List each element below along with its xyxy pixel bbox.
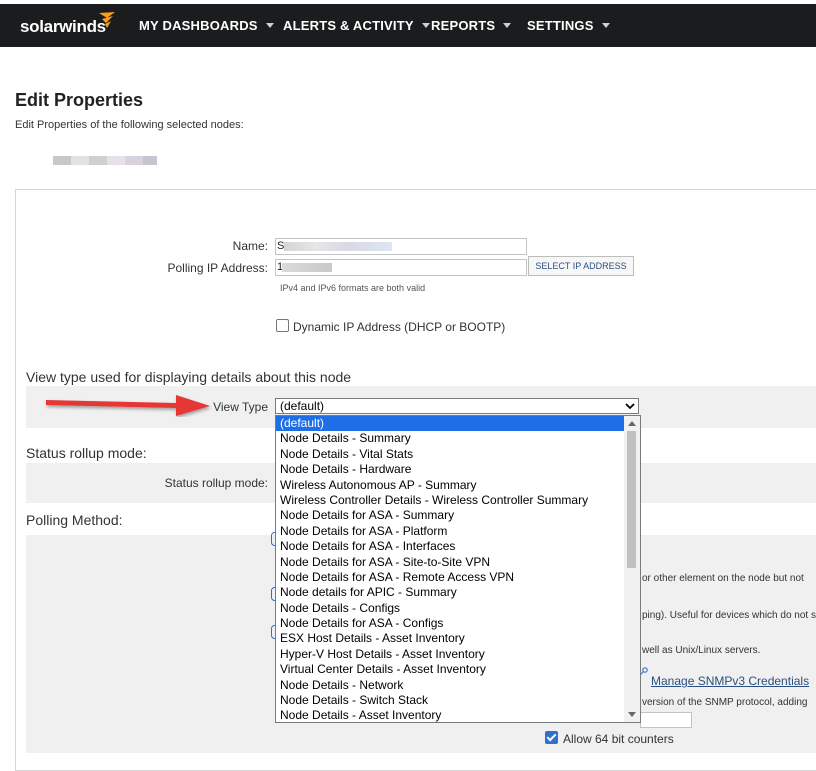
- select-ip-address-button[interactable]: SELECT IP ADDRESS: [528, 256, 634, 276]
- status-rollup-section-title: Status rollup mode:: [26, 445, 147, 461]
- dropdown-option[interactable]: Node Details for ASA - Configs: [276, 616, 624, 631]
- polling-option-description: or other element on the node but not: [642, 573, 804, 584]
- nav-label: MY DASHBOARDS: [139, 18, 258, 33]
- allow-64bit-checkbox[interactable]: [545, 731, 558, 744]
- dropdown-option[interactable]: (default): [276, 416, 624, 432]
- chevron-down-icon: [625, 403, 635, 410]
- snmp-port-input[interactable]: [640, 712, 692, 728]
- dropdown-option[interactable]: Node Details - Switch Stack: [276, 693, 624, 708]
- annotation-arrow-icon: [46, 395, 210, 416]
- page-title: Edit Properties: [15, 90, 144, 110]
- allow-64bit-label: Allow 64 bit counters: [563, 732, 674, 746]
- polling-ip-label: Polling IP Address:: [167, 261, 268, 275]
- dropdown-option[interactable]: Node Details for ASA - Site-to-Site VPN: [276, 555, 624, 570]
- ip-format-hint: IPv4 and IPv6 formats are both valid: [280, 283, 426, 293]
- solarwinds-flame-icon: [99, 12, 115, 28]
- dropdown-option[interactable]: Node Details - Asset Inventory: [276, 708, 624, 722]
- dropdown-option[interactable]: Node Details for ASA - Interfaces: [276, 539, 624, 554]
- dropdown-option[interactable]: Node details for APIC - Summary: [276, 585, 624, 600]
- dropdown-scrollbar[interactable]: [624, 416, 640, 722]
- view-type-selected-value: (default): [280, 399, 325, 413]
- dropdown-option[interactable]: ESX Host Details - Asset Inventory: [276, 631, 624, 646]
- snmp-version-description: version of the SNMP protocol, adding: [642, 697, 808, 708]
- solarwinds-logo[interactable]: solarwinds: [20, 17, 106, 37]
- polling-option-description: well as Unix/Linux servers.: [642, 645, 761, 656]
- chevron-down-icon: [503, 23, 512, 28]
- nav-label: REPORTS: [431, 18, 496, 33]
- dropdown-option[interactable]: Virtual Center Details - Asset Inventory: [276, 662, 624, 677]
- dropdown-option[interactable]: Node Details - Summary: [276, 431, 624, 446]
- nav-my-dashboards[interactable]: MY DASHBOARDS: [139, 4, 274, 47]
- chevron-down-icon: [265, 23, 274, 28]
- dynamic-ip-checkbox[interactable]: [276, 319, 289, 332]
- view-type-select[interactable]: (default): [275, 398, 639, 414]
- name-label: Name:: [232, 239, 268, 253]
- dropdown-option[interactable]: Node Details - Hardware: [276, 462, 624, 477]
- polling-method-section-title: Polling Method:: [26, 512, 123, 528]
- scroll-down-icon[interactable]: [628, 712, 636, 717]
- polling-ip-input[interactable]: 1: [275, 259, 527, 276]
- nav-label: SETTINGS: [527, 18, 594, 33]
- chevron-down-icon: [601, 23, 610, 28]
- dropdown-option[interactable]: Node Details - Vital Stats: [276, 447, 624, 462]
- nav-alerts-activity[interactable]: ALERTS & ACTIVITY: [283, 4, 430, 47]
- chevron-down-icon: [421, 23, 430, 28]
- view-type-section-title: View type used for displaying details ab…: [26, 369, 352, 385]
- dropdown-option[interactable]: Node Details for ASA - Summary: [276, 508, 624, 523]
- name-input[interactable]: S: [275, 238, 527, 255]
- dropdown-option[interactable]: Wireless Controller Details - Wireless C…: [276, 493, 624, 508]
- page-subtitle: Edit Properties of the following selecte…: [15, 119, 244, 131]
- dropdown-option[interactable]: Wireless Autonomous AP - Summary: [276, 478, 624, 493]
- top-nav-bar: solarwinds MY DASHBOARDS ALERTS & ACTIVI…: [0, 4, 816, 47]
- dropdown-option[interactable]: Node Details for ASA - Remote Access VPN: [276, 570, 624, 585]
- nav-settings[interactable]: SETTINGS: [527, 4, 610, 47]
- scroll-up-icon[interactable]: [628, 421, 636, 426]
- dynamic-ip-label: Dynamic IP Address (DHCP or BOOTP): [293, 320, 506, 334]
- dropdown-option[interactable]: Node Details - Network: [276, 678, 624, 693]
- status-rollup-label: Status rollup mode:: [164, 476, 268, 490]
- dropdown-option[interactable]: Node Details - Configs: [276, 601, 624, 616]
- dropdown-option[interactable]: Hyper-V Host Details - Asset Inventory: [276, 647, 624, 662]
- view-type-dropdown-list[interactable]: (default) Node Details - Summary Node Deta…: [275, 415, 641, 723]
- nav-reports[interactable]: REPORTS: [431, 4, 512, 47]
- scrollbar-thumb[interactable]: [627, 431, 636, 568]
- manage-snmpv3-credentials-link[interactable]: Manage SNMPv3 Credentials: [651, 674, 809, 688]
- view-type-label: View Type: [213, 400, 268, 414]
- nav-label: ALERTS & ACTIVITY: [283, 18, 414, 33]
- dropdown-option[interactable]: Node Details for ASA - Platform: [276, 524, 624, 539]
- polling-option-description: ping). Useful for devices which do not s: [642, 610, 816, 621]
